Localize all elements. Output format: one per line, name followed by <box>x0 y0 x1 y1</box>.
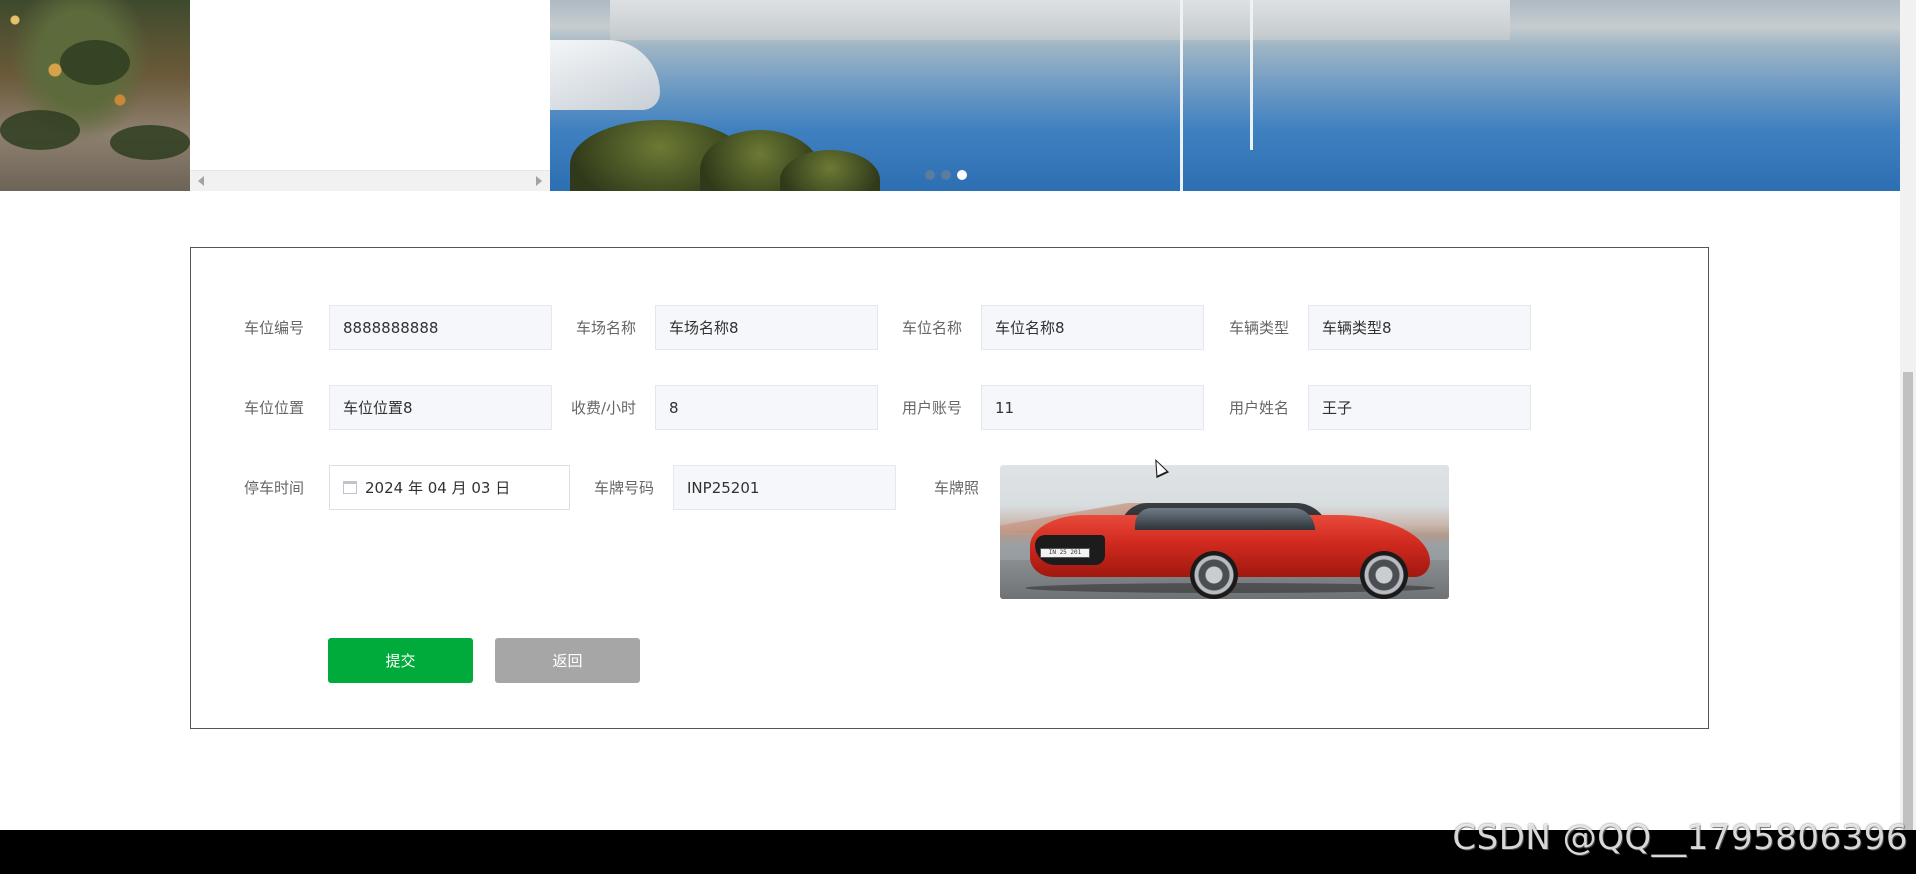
space-location-label: 车位位置 <box>243 399 304 417</box>
banner-carousel[interactable] <box>0 0 1900 191</box>
plate-no-label: 车牌号码 <box>593 479 654 497</box>
plate-photo-image[interactable]: IN 25 201 <box>1000 465 1449 599</box>
field-user-account: 用户账号 11 <box>843 385 1204 430</box>
space-name-label: 车位名称 <box>901 319 962 337</box>
palm-shape <box>60 40 130 85</box>
lot-name-label: 车场名称 <box>575 319 636 337</box>
calendar-icon <box>343 481 357 494</box>
field-user-name: 用户姓名 王子 <box>1170 385 1531 430</box>
city-skyline <box>610 0 1510 40</box>
carousel-dot[interactable] <box>941 170 951 180</box>
back-button[interactable]: 返回 <box>495 638 640 683</box>
banner-prev-slide-image <box>0 0 190 191</box>
fee-per-hour-label: 收费/小时 <box>570 399 636 417</box>
banner-blank-panel <box>190 0 550 170</box>
field-plate-no: 车牌号码 INP25201 <box>535 465 896 510</box>
user-name-input[interactable]: 王子 <box>1308 385 1531 430</box>
palm-shape <box>110 125 190 160</box>
banner-slide-image <box>550 0 1900 191</box>
yacht-shape <box>550 40 660 110</box>
mast-shape <box>1180 0 1183 191</box>
field-space-location: 车位位置 车位位置8 <box>191 385 552 430</box>
field-lot-name: 车场名称 车场名称8 <box>517 305 878 350</box>
mast-shape <box>1250 0 1253 150</box>
carousel-dot[interactable] <box>925 170 935 180</box>
field-vehicle-type: 车辆类型 车辆类型8 <box>1170 305 1531 350</box>
park-time-label: 停车时间 <box>243 479 304 497</box>
vehicle-type-input[interactable]: 车辆类型8 <box>1308 305 1531 350</box>
palm-shape <box>0 110 80 150</box>
carousel-indicators <box>925 170 967 182</box>
field-space-name: 车位名称 车位名称8 <box>843 305 1204 350</box>
field-fee-per-hour: 收费/小时 8 <box>517 385 878 430</box>
car-wheel-rear <box>1360 551 1408 599</box>
user-account-label: 用户账号 <box>901 399 962 417</box>
watermark-text: CSDN @QQ__1795806396 <box>1452 818 1908 858</box>
vehicle-type-label: 车辆类型 <box>1228 319 1289 337</box>
park-time-value: 2024 年 04 月 03 日 <box>365 479 511 497</box>
car-wheel-front <box>1190 551 1238 599</box>
field-space-no: 车位编号 8888888888 <box>191 305 552 350</box>
park-time-date-picker[interactable]: 2024 年 04 月 03 日 <box>329 465 570 510</box>
horizontal-scrollbar[interactable] <box>190 170 550 191</box>
scroll-right-arrow-icon[interactable] <box>536 176 542 186</box>
vertical-scrollbar[interactable] <box>1900 0 1916 830</box>
field-park-time: 停车时间 2024 年 04 月 03 日 <box>191 465 571 510</box>
plate-photo-label: 车牌照 <box>933 479 979 497</box>
carousel-dot-active[interactable] <box>957 170 967 180</box>
car-license-plate: IN 25 201 <box>1040 548 1090 558</box>
scroll-left-arrow-icon[interactable] <box>198 176 204 186</box>
car-window <box>1135 508 1315 530</box>
submit-button[interactable]: 提交 <box>328 638 473 683</box>
parking-record-form: 车位编号 8888888888 车场名称 车场名称8 车位名称 车位名称8 车辆… <box>190 247 1709 729</box>
space-no-label: 车位编号 <box>243 319 304 337</box>
vertical-scrollbar-thumb[interactable] <box>1903 372 1913 830</box>
user-name-label: 用户姓名 <box>1228 399 1289 417</box>
